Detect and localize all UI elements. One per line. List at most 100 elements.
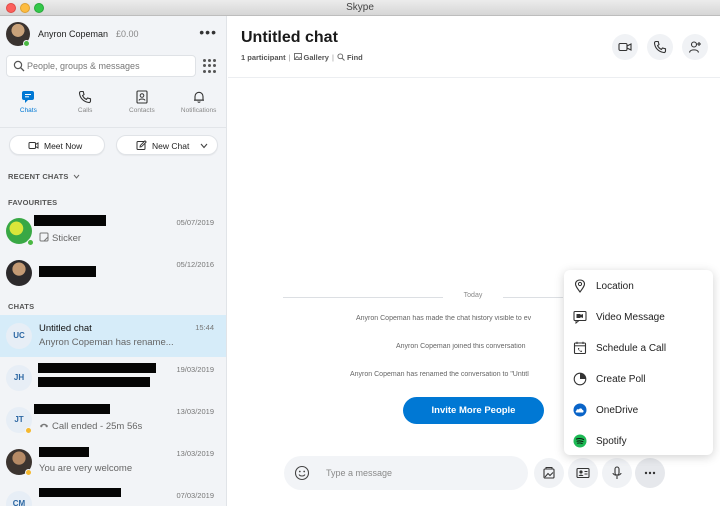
phone-icon <box>653 40 667 54</box>
profile-name: Anyron Copeman <box>38 29 109 39</box>
meet-now-button[interactable]: Meet Now <box>9 135 105 155</box>
tab-calls[interactable]: Calls <box>57 90 114 124</box>
menu-item-video-message[interactable]: Video Message <box>564 302 713 332</box>
contact-avatar: CM <box>6 491 32 506</box>
header-divider <box>228 77 720 78</box>
phone-icon <box>79 90 92 104</box>
tab-chats-label: Chats <box>19 107 37 114</box>
menu-item-label: Create Poll <box>596 374 646 385</box>
tab-notifications-label: Notifications <box>180 107 217 114</box>
new-chat-label: New Chat <box>152 141 190 151</box>
menu-item-location[interactable]: Location <box>564 271 713 301</box>
meet-now-icon <box>28 142 39 149</box>
menu-item-label: Spotify <box>596 436 627 447</box>
sticker-icon <box>39 232 49 242</box>
add-files-button[interactable] <box>534 458 564 488</box>
participants-link[interactable]: 1 participant <box>241 53 286 62</box>
profile-header[interactable]: Anyron Copeman £0.00 ••• <box>6 22 221 48</box>
new-chat-button[interactable]: New Chat <box>116 135 218 155</box>
chat-item[interactable]: You are very welcome 13/03/2019 <box>0 441 226 483</box>
chat-item[interactable]: CM 07/03/2019 <box>0 483 226 506</box>
chat-date: 05/12/2016 <box>176 260 214 269</box>
invite-more-people-button[interactable]: Invite More People <box>403 397 544 424</box>
more-options-menu: Location Video Message Schedule a Call C… <box>564 270 713 455</box>
tab-contacts[interactable]: Contacts <box>114 90 171 124</box>
window-title: Skype <box>346 2 374 13</box>
video-message-icon <box>573 310 587 324</box>
more-options-icon[interactable]: ••• <box>199 24 217 40</box>
favourite-chat-item[interactable]: 05/12/2016 <box>0 252 226 294</box>
gallery-link[interactable]: Gallery <box>293 53 329 62</box>
find-link[interactable]: Find <box>337 53 363 62</box>
favourite-chat-item[interactable]: Sticker 05/07/2019 <box>0 210 226 252</box>
menu-item-create-poll[interactable]: Create Poll <box>564 364 713 394</box>
location-pin-icon <box>574 279 586 293</box>
search-input[interactable]: People, groups & messages <box>6 55 196 77</box>
video-camera-icon <box>618 42 632 52</box>
date-divider-label: Today <box>463 292 483 299</box>
chat-preview: Sticker <box>39 232 81 244</box>
tab-notifications[interactable]: Notifications <box>170 90 226 124</box>
chat-title[interactable]: Untitled chat <box>241 29 338 47</box>
microphone-icon <box>612 466 622 479</box>
send-contact-button[interactable] <box>568 458 598 488</box>
menu-item-label: Location <box>596 281 634 292</box>
chat-item[interactable]: JT Call ended - 25m 56s 13/03/2019 <box>0 399 226 441</box>
message-composer[interactable]: Type a message <box>284 456 528 490</box>
divider-line <box>283 297 443 298</box>
sidebar: Anyron Copeman £0.00 ••• People, groups … <box>0 16 227 506</box>
meet-now-label: Meet Now <box>44 141 83 151</box>
redaction-bar <box>39 447 89 457</box>
chat-item[interactable]: JH 19/03/2019 <box>0 357 226 399</box>
search-placeholder: People, groups & messages <box>27 61 140 71</box>
emoji-icon[interactable] <box>294 465 310 481</box>
contacts-icon <box>136 90 148 104</box>
chat-name: Untitled chat <box>39 323 92 334</box>
chat-date: 15:44 <box>195 323 214 332</box>
chevron-down-icon[interactable] <box>200 143 208 149</box>
audio-call-button[interactable] <box>647 34 673 60</box>
menu-item-spotify[interactable]: Spotify <box>564 426 713 456</box>
contact-avatar <box>6 260 32 286</box>
compose-icon <box>136 140 147 150</box>
recent-chats-filter[interactable]: RECENT CHATS <box>8 172 80 181</box>
video-call-button[interactable] <box>612 34 638 60</box>
redaction-bar <box>39 266 96 277</box>
tab-contacts-label: Contacts <box>129 107 155 114</box>
chat-meta-bar: 1 participant | Gallery | Find <box>241 53 363 62</box>
system-message: Anyron Copeman has renamed the conversat… <box>350 371 529 378</box>
redaction-bar <box>38 363 156 373</box>
add-people-button[interactable] <box>682 34 708 60</box>
schedule-call-icon <box>573 341 587 355</box>
menu-item-label: Video Message <box>596 312 665 323</box>
contact-avatar: UC <box>6 323 32 349</box>
message-input-placeholder: Type a message <box>326 468 393 478</box>
menu-item-onedrive[interactable]: OneDrive <box>564 395 713 425</box>
window-titlebar: Skype <box>0 0 720 16</box>
record-audio-button[interactable] <box>602 458 632 488</box>
nav-tabs: Chats Calls Contacts Notifications <box>0 90 226 124</box>
menu-item-label: Schedule a Call <box>596 343 667 354</box>
redaction-bar <box>38 377 150 387</box>
contact-card-icon <box>576 467 590 479</box>
chat-preview-text: Sticker <box>52 233 82 244</box>
spotify-icon <box>573 434 587 448</box>
search-icon <box>337 53 345 61</box>
chat-item-selected[interactable]: UC Untitled chat Anyron Copeman has rena… <box>0 315 226 357</box>
chat-preview: You are very welcome <box>39 463 133 474</box>
chat-date: 13/03/2019 <box>176 407 214 416</box>
menu-item-schedule-call[interactable]: Schedule a Call <box>564 333 713 363</box>
chat-bubble-icon <box>22 91 35 103</box>
system-message: Anyron Copeman joined this conversation <box>396 343 526 350</box>
bell-icon <box>193 91 204 103</box>
chat-date: 19/03/2019 <box>176 365 214 374</box>
dialpad-icon[interactable] <box>203 59 217 73</box>
more-options-button[interactable] <box>635 458 665 488</box>
tab-chats[interactable]: Chats <box>0 90 57 124</box>
skype-credit[interactable]: £0.00 <box>116 29 139 39</box>
gallery-label: Gallery <box>303 53 329 62</box>
chat-date: 13/03/2019 <box>176 449 214 458</box>
chat-preview-text: Call ended - 25m 56s <box>52 421 143 432</box>
search-icon <box>13 60 25 72</box>
poll-icon <box>573 372 587 386</box>
